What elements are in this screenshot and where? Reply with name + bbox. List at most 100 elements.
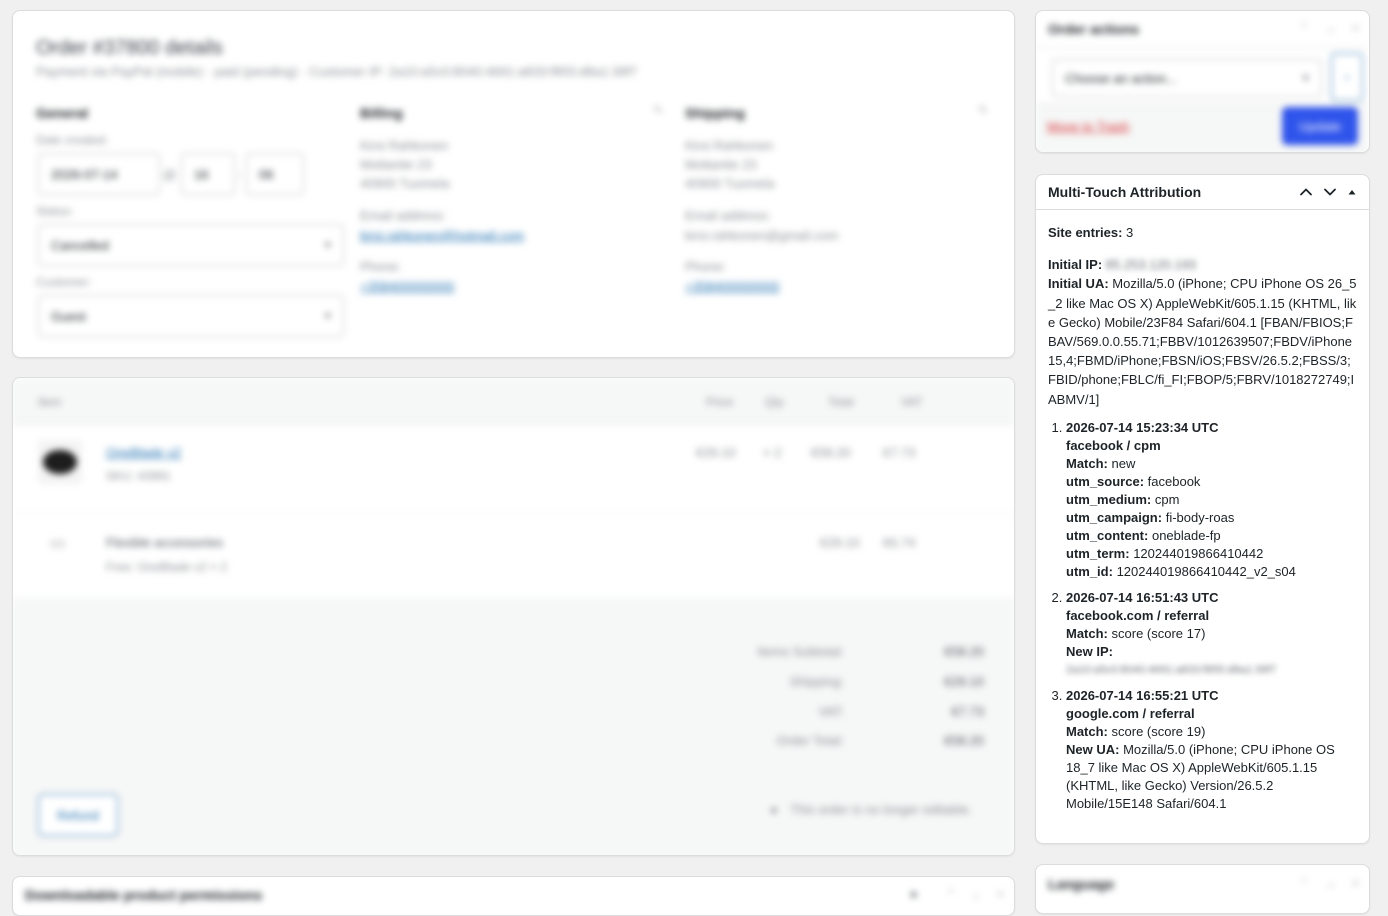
shipping-city: 40900 Tuomela — [685, 176, 775, 191]
move-up-icon[interactable]: ⌃ — [1299, 21, 1309, 35]
move-down-chevron-icon[interactable] — [1323, 185, 1337, 199]
items-subtotal-label: Items Subtotal: — [757, 644, 844, 659]
attribution-controls — [1299, 185, 1357, 199]
touchpoint-time: 2026-07-14 16:51:43 UTC — [1066, 589, 1219, 605]
touchpoint-match: Match: new — [1066, 455, 1357, 473]
status-select-value: Cancelled — [51, 237, 109, 253]
apply-action-button[interactable]: › — [1331, 53, 1363, 101]
minute-input[interactable]: 06 — [246, 153, 304, 195]
billing-email-label: Email address: — [360, 208, 446, 223]
utm-campaign-value: fi-body-roas — [1165, 509, 1235, 525]
toggle-panel-icon[interactable]: × — [1352, 21, 1359, 35]
shipping-phone-label: Phone: — [685, 259, 727, 274]
site-entries-value: 3 — [1126, 225, 1134, 240]
move-down-icon[interactable]: ⌄ — [1326, 21, 1336, 35]
billing-phone-link[interactable]: +358400000000 — [360, 279, 454, 294]
shipping-name: Kirsi Rahkonen — [685, 138, 774, 153]
refund-button[interactable]: Refund — [38, 794, 118, 836]
utm-medium-label: utm_medium: — [1066, 491, 1152, 507]
move-to-trash-link[interactable]: Move to Trash — [1047, 119, 1129, 134]
downloads-content: Downloadable product permissions ● ⌃ ⌄ × — [13, 877, 1014, 915]
attribution-body: Site entries: 3 Initial IP: 85.253.120.1… — [1036, 210, 1369, 813]
shipping-street: Mottantie 23 — [685, 157, 757, 172]
fee-meta: Free: OneBlade v2 × 2 — [106, 560, 228, 574]
move-up-chevron-icon[interactable] — [1299, 185, 1313, 199]
match-value: new — [1111, 455, 1136, 471]
col-price-header: Price — [706, 395, 734, 409]
touchpoint-time: 2026-07-14 16:55:21 UTC — [1066, 687, 1219, 703]
date-at-separator: @ — [163, 167, 177, 182]
update-button[interactable]: Update — [1282, 107, 1358, 145]
initial-ua-value: Mozilla/5.0 (iPhone; CPU iPhone OS 26_5_… — [1048, 276, 1357, 407]
edit-shipping-pencil-icon[interactable]: ✎ — [978, 103, 988, 117]
general-heading: General — [36, 105, 89, 121]
date-created-label: Date created: — [36, 133, 109, 147]
touchpoint-item: 2026-07-14 16:51:43 UTC facebook.com / r… — [1066, 589, 1357, 679]
billing-email-link[interactable]: kirsi.rahkonen@hotmail.com — [360, 228, 524, 243]
items-subtotal-value: €58.20 — [944, 644, 984, 659]
customer-select[interactable]: Guest ▾ — [38, 295, 344, 337]
billing-city: 40900 Tuomela — [360, 176, 450, 191]
match-value: score (score 19) — [1111, 723, 1206, 739]
chevron-down-icon: ▾ — [1302, 70, 1309, 85]
touchpoint-source: facebook / cpm — [1066, 437, 1161, 453]
status-label: Status: — [36, 204, 74, 218]
order-actions-divider — [1036, 47, 1369, 48]
move-up-icon[interactable]: ⌃ — [946, 887, 956, 901]
fee-vat: €6.74 — [883, 535, 916, 550]
utm-source-line: utm_source: facebook — [1066, 473, 1357, 491]
new-ua-line: New UA: Mozilla/5.0 (iPhone; CPU iPhone … — [1066, 741, 1357, 813]
language-content: Language ⌃ ⌄ × — [1036, 865, 1369, 913]
shipping-total-value: €29.10 — [944, 674, 984, 689]
product-thumbnail — [38, 440, 82, 484]
fee-row — [13, 514, 1014, 599]
order-actions-panel: Order actions ⌃ ⌄ × Choose an action... … — [1035, 10, 1370, 153]
attribution-header: Multi-Touch Attribution — [1036, 175, 1369, 210]
utm-id-line: utm_id: 120244019866410442_v2_s04 — [1066, 563, 1357, 581]
match-value: score (score 17) — [1111, 625, 1206, 641]
new-ua-label: New UA: — [1066, 741, 1120, 757]
shipping-phone-link[interactable]: +358400000000 — [685, 279, 779, 294]
initial-ip-line: Initial IP: 85.253.120.193 — [1048, 255, 1357, 274]
touchpoint-list: 2026-07-14 15:23:34 UTC facebook / cpm M… — [1048, 419, 1357, 813]
utm-term-label: utm_term: — [1066, 545, 1130, 561]
move-up-icon[interactable]: ⌃ — [1299, 876, 1309, 890]
shipping-email: kirsi.rahkonen@gmail.com — [685, 228, 839, 243]
collapse-triangle-icon[interactable] — [1347, 187, 1357, 197]
product-sku: SKU: 43991 — [106, 469, 171, 483]
product-vat: €7.73 — [883, 445, 916, 460]
chevron-down-icon: ▾ — [324, 237, 331, 252]
utm-source-value: facebook — [1147, 473, 1201, 489]
toggle-panel-icon[interactable]: × — [1352, 876, 1359, 890]
move-down-icon[interactable]: ⌄ — [1326, 876, 1336, 890]
order-items-panel: Item Price Qty Total VAT OneBlade v2 SKU… — [12, 377, 1015, 856]
hour-input[interactable]: 16 — [181, 153, 235, 195]
downloads-panel: Downloadable product permissions ● ⌃ ⌄ × — [12, 876, 1015, 916]
status-select[interactable]: Cancelled ▾ — [38, 224, 344, 266]
col-item-header: Item — [38, 395, 62, 409]
touchpoint-match: Match: score (score 17) — [1066, 625, 1357, 643]
billing-heading: Billing — [360, 105, 403, 121]
refund-note: This order is no longer editable. — [790, 802, 973, 817]
product-total: €58.20 — [811, 445, 851, 460]
date-created-input[interactable]: 2026-07-14 — [38, 153, 160, 195]
product-name-link[interactable]: OneBlade v2 — [106, 445, 181, 460]
order-action-select[interactable]: Choose an action... ▾ — [1052, 59, 1322, 97]
fee-name: Flexible accessories — [106, 535, 224, 550]
customer-label: Customer: — [36, 275, 92, 289]
edit-billing-pencil-icon[interactable]: ✎ — [653, 103, 663, 117]
new-ip-value: 2a10:a5c0:8040:4691:a833:f855:d8a1:39f7 — [1066, 663, 1277, 676]
product-price: €29.10 — [696, 445, 736, 460]
touchpoint-time: 2026-07-14 15:23:34 UTC — [1066, 419, 1219, 435]
product-qty: × 2 — [763, 445, 782, 460]
order-subtitle: Payment via PayPal (mobile) · paid (pend… — [36, 64, 638, 79]
initial-ip-label: Initial IP: — [1048, 257, 1103, 273]
toggle-panel-icon[interactable]: × — [997, 887, 1004, 901]
order-details-content: Order #37800 details Payment via PayPal … — [13, 11, 1014, 357]
initial-ua-line: Initial UA: Mozilla/5.0 (iPhone; CPU iPh… — [1048, 274, 1357, 408]
utm-term-value: 120244019866410442 — [1133, 545, 1264, 561]
utm-id-value: 120244019866410442_v2_s04 — [1116, 563, 1296, 579]
touchpoint-match: Match: score (score 19) — [1066, 723, 1357, 741]
move-down-icon[interactable]: ⌄ — [971, 887, 981, 901]
items-header-row — [13, 378, 1014, 425]
